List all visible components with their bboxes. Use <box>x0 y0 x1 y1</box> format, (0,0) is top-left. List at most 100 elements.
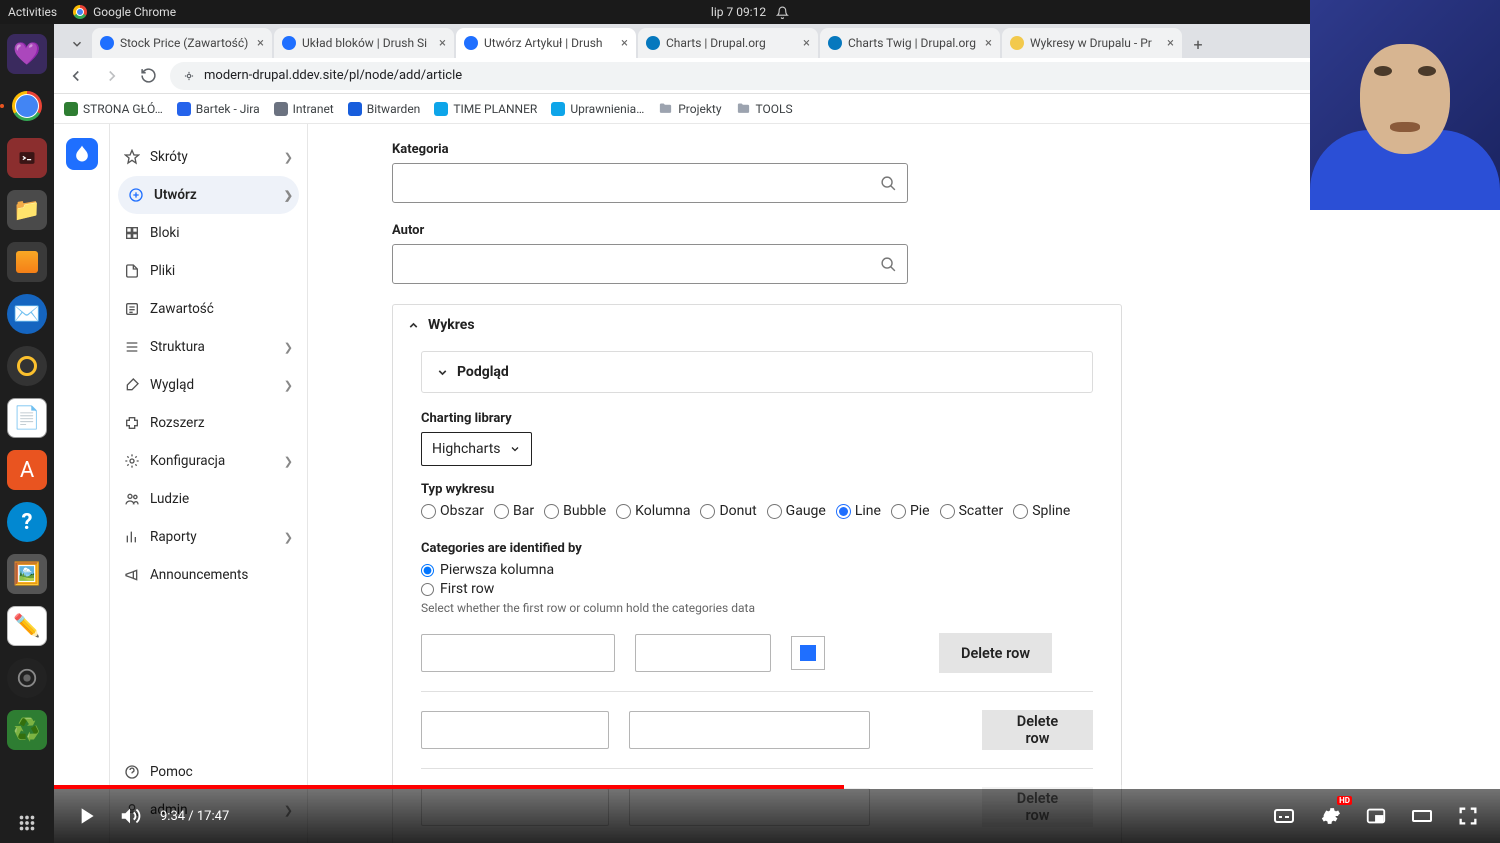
address-bar[interactable]: modern-drupal.ddev.site/pl/node/add/arti… <box>170 62 1348 90</box>
autor-input[interactable] <box>403 256 880 272</box>
miniplayer-button[interactable] <box>1362 802 1390 830</box>
radio-input[interactable] <box>836 504 851 519</box>
radio-input[interactable] <box>940 504 955 519</box>
radio-input[interactable] <box>1013 504 1028 519</box>
chart-type-option-spline[interactable]: Spline <box>1013 503 1070 519</box>
bookmark-item[interactable]: Intranet <box>274 102 334 116</box>
chart-type-option-obszar[interactable]: Obszar <box>421 503 484 519</box>
sidebar-item-ludzie[interactable]: Ludzie <box>110 480 307 518</box>
close-tab-icon[interactable]: × <box>257 36 264 51</box>
dock-thunderbird[interactable]: ✉️ <box>7 294 47 334</box>
data-cell-2a[interactable] <box>421 711 609 749</box>
dock-sublime[interactable] <box>7 242 47 282</box>
dock-help[interactable]: ? <box>7 502 47 542</box>
radio-input[interactable] <box>421 564 434 577</box>
dock-chrome[interactable] <box>7 86 47 126</box>
dock-files[interactable]: 📁 <box>7 190 47 230</box>
chart-type-option-donut[interactable]: Donut <box>700 503 756 519</box>
close-tab-icon[interactable]: × <box>621 36 628 51</box>
sidebar-item-bloki[interactable]: Bloki <box>110 214 307 252</box>
dock-show-apps[interactable] <box>7 803 47 843</box>
bookmark-item[interactable]: Bartek - Jira <box>177 102 260 116</box>
settings-button[interactable]: HD <box>1316 802 1344 830</box>
data-cell-1b[interactable] <box>635 634 771 672</box>
chart-type-option-bubble[interactable]: Bubble <box>544 503 606 519</box>
close-tab-icon[interactable]: × <box>1167 36 1174 51</box>
chart-type-option-gauge[interactable]: Gauge <box>767 503 826 519</box>
dock-screenshot[interactable]: 🖼️ <box>7 554 47 594</box>
browser-tab[interactable]: Charts | Drupal.org× <box>638 28 818 58</box>
current-app-indicator[interactable]: Google Chrome <box>73 5 176 19</box>
data-cell-1a[interactable] <box>421 634 615 672</box>
forward-button[interactable] <box>98 62 126 90</box>
browser-tab[interactable]: Układ bloków | Drush Si× <box>274 28 454 58</box>
sidebar-item-utwórz[interactable]: Utwórz❯ <box>118 176 299 214</box>
sidebar-item-zawartość[interactable]: Zawartość <box>110 290 307 328</box>
radio-input[interactable] <box>700 504 715 519</box>
sidebar-item-konfiguracja[interactable]: Konfiguracja❯ <box>110 442 307 480</box>
close-tab-icon[interactable]: × <box>803 36 810 51</box>
close-tab-icon[interactable]: × <box>439 36 446 51</box>
bookmark-item[interactable]: STRONA GŁÓ… <box>64 102 163 116</box>
color-picker-1[interactable] <box>791 636 825 670</box>
chart-type-option-pie[interactable]: Pie <box>891 503 930 519</box>
dock-rhythmbox[interactable] <box>7 346 47 386</box>
radio-input[interactable] <box>494 504 509 519</box>
dock-recycle[interactable]: ♻️ <box>7 710 47 750</box>
bookmark-item[interactable]: TOOLS <box>736 101 793 116</box>
play-button[interactable] <box>72 802 100 830</box>
chart-type-option-line[interactable]: Line <box>836 503 881 519</box>
activities-button[interactable]: Activities <box>8 5 57 19</box>
site-info-icon[interactable] <box>182 69 196 83</box>
chart-type-option-kolumna[interactable]: Kolumna <box>616 503 690 519</box>
sidebar-item-announcements[interactable]: Announcements <box>110 556 307 594</box>
clock[interactable]: lip 7 09:12 <box>711 5 766 19</box>
podglad-summary[interactable]: Podgląd <box>422 352 1092 392</box>
browser-tab[interactable]: Utwórz Artykuł | Drush× <box>456 28 636 58</box>
radio-input[interactable] <box>421 583 434 596</box>
close-tab-icon[interactable]: × <box>985 36 992 51</box>
radio-input[interactable] <box>891 504 906 519</box>
bookmark-item[interactable]: Projekty <box>658 101 721 116</box>
charting-library-select[interactable]: Highcharts <box>421 432 532 466</box>
new-tab-button[interactable]: + <box>1184 30 1212 58</box>
browser-tab[interactable]: Stock Price (Zawartość)× <box>92 28 272 58</box>
chart-type-option-bar[interactable]: Bar <box>494 503 534 519</box>
bookmark-item[interactable]: TIME PLANNER <box>434 102 537 116</box>
delete-row-button-2[interactable]: Delete row <box>982 710 1093 750</box>
wykres-summary[interactable]: Wykres <box>393 305 1121 345</box>
sidebar-item-rozszerz[interactable]: Rozszerz <box>110 404 307 442</box>
browser-tab[interactable]: Wykresy w Drupalu - Pr× <box>1002 28 1182 58</box>
volume-button[interactable] <box>116 802 144 830</box>
radio-input[interactable] <box>616 504 631 519</box>
dock-terminal[interactable] <box>7 138 47 178</box>
reload-button[interactable] <box>134 62 162 90</box>
browser-tab[interactable]: Charts Twig | Drupal.org× <box>820 28 1000 58</box>
sidebar-item-struktura[interactable]: Struktura❯ <box>110 328 307 366</box>
theater-button[interactable] <box>1408 802 1436 830</box>
kategoria-input[interactable] <box>403 175 880 191</box>
dock-amethyst[interactable]: 💜 <box>7 34 47 74</box>
drupal-logo[interactable] <box>66 138 98 170</box>
notification-icon[interactable] <box>776 6 789 19</box>
subtitles-button[interactable] <box>1270 802 1298 830</box>
sidebar-item-skróty[interactable]: Skróty❯ <box>110 138 307 176</box>
bookmark-item[interactable]: Bitwarden <box>348 102 421 116</box>
sidebar-item-pliki[interactable]: Pliki <box>110 252 307 290</box>
bookmark-item[interactable]: Uprawnienia… <box>551 102 644 116</box>
sidebar-item-wygląd[interactable]: Wygląd❯ <box>110 366 307 404</box>
categories-option[interactable]: First row <box>421 581 1093 597</box>
delete-row-button-1[interactable]: Delete row <box>939 633 1052 673</box>
dock-libreoffice[interactable]: 📄 <box>7 398 47 438</box>
data-cell-2b[interactable] <box>629 711 870 749</box>
dock-obs[interactable] <box>7 658 47 698</box>
sidebar-item-raporty[interactable]: Raporty❯ <box>110 518 307 556</box>
radio-input[interactable] <box>421 504 436 519</box>
chart-type-option-scatter[interactable]: Scatter <box>940 503 1004 519</box>
radio-input[interactable] <box>544 504 559 519</box>
tab-history-dropdown[interactable] <box>62 30 92 58</box>
dock-app-orange[interactable]: A <box>7 450 47 490</box>
radio-input[interactable] <box>767 504 782 519</box>
categories-option[interactable]: Pierwsza kolumna <box>421 562 1093 578</box>
fullscreen-button[interactable] <box>1454 802 1482 830</box>
